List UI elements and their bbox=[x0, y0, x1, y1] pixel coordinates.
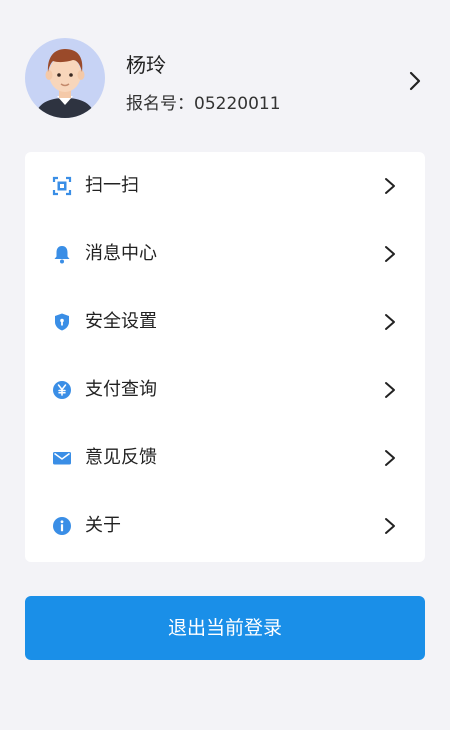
registration-number: 报名号：05220011 bbox=[126, 89, 281, 114]
avatar bbox=[25, 38, 105, 118]
yen-icon bbox=[53, 381, 71, 399]
chevron-right-icon bbox=[385, 246, 395, 262]
menu-item-label: 支付查询 bbox=[85, 379, 157, 400]
info-icon bbox=[53, 517, 71, 535]
shield-icon bbox=[55, 313, 69, 331]
menu-item-payment[interactable]: 支付查询 bbox=[25, 356, 425, 424]
chevron-right-icon bbox=[385, 178, 395, 194]
menu-item-feedback[interactable]: 意见反馈 bbox=[25, 424, 425, 492]
user-name: 杨玲 bbox=[126, 53, 166, 77]
chevron-right-icon bbox=[385, 382, 395, 398]
menu-item-label: 意见反馈 bbox=[85, 447, 157, 468]
mail-icon bbox=[53, 452, 71, 465]
menu-item-scan[interactable]: 扫一扫 bbox=[25, 152, 425, 220]
menu-card: 扫一扫 消息中心 安全设置 支付查询 意见反馈 关于 bbox=[25, 152, 425, 562]
bell-icon bbox=[54, 246, 70, 264]
menu-item-label: 消息中心 bbox=[85, 243, 157, 264]
menu-item-messages[interactable]: 消息中心 bbox=[25, 220, 425, 288]
chevron-right-icon bbox=[409, 71, 421, 91]
chevron-right-icon bbox=[385, 314, 395, 330]
profile-header[interactable]: 杨玲 报名号：05220011 bbox=[0, 0, 450, 150]
logout-button[interactable]: 退出当前登录 bbox=[25, 596, 425, 660]
menu-item-about[interactable]: 关于 bbox=[25, 492, 425, 560]
registration-label: 报名号： bbox=[126, 94, 194, 114]
menu-item-label: 关于 bbox=[85, 515, 121, 536]
menu-item-security[interactable]: 安全设置 bbox=[25, 288, 425, 356]
scan-icon bbox=[52, 176, 72, 196]
chevron-right-icon bbox=[385, 518, 395, 534]
menu-item-label: 扫一扫 bbox=[85, 175, 139, 196]
menu-item-label: 安全设置 bbox=[85, 311, 157, 332]
registration-value: 05220011 bbox=[194, 94, 281, 114]
chevron-right-icon bbox=[385, 450, 395, 466]
